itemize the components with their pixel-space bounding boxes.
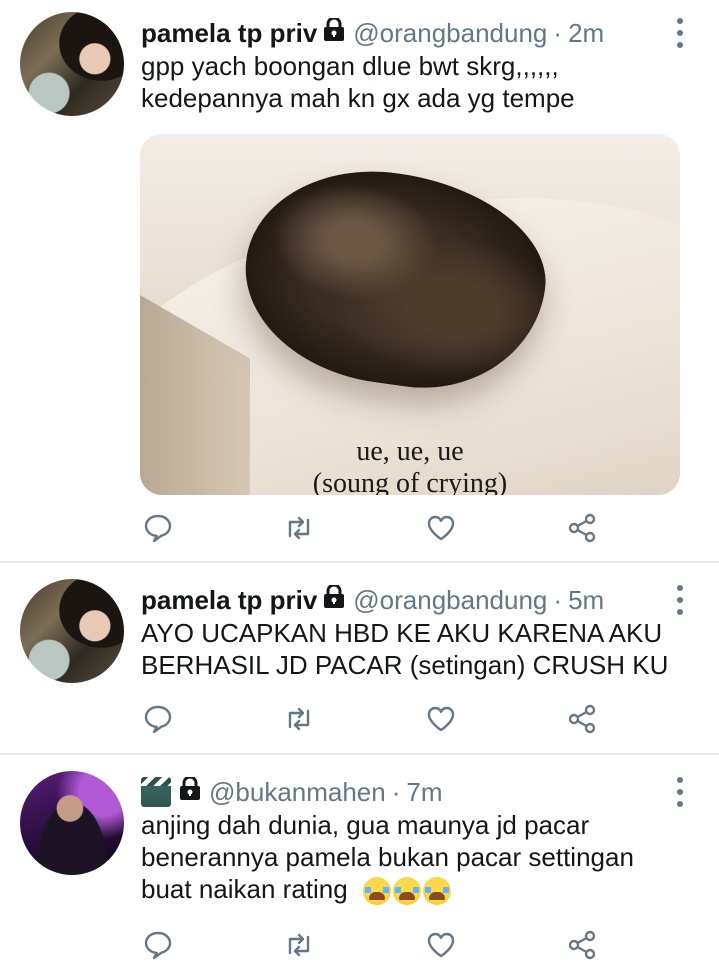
share-icon (568, 704, 596, 734)
share-button[interactable] (564, 510, 600, 546)
timestamp[interactable]: 5m (568, 585, 604, 616)
retweet-icon (289, 933, 310, 957)
tweet-header: @bukanmahen · 7m (141, 775, 443, 809)
tweet-text-line: BERHASIL JD PACAR (setingan) CRUSH KU (141, 650, 669, 680)
tweet-text-line: kedepannya mah kn gx ada yg tempe (141, 83, 575, 113)
reply-button[interactable] (140, 927, 176, 963)
tweet-text-line: gpp yach boongan dlue bwt skrg,,,,,, (141, 51, 559, 81)
lock-icon (179, 775, 201, 808)
avatar[interactable] (20, 12, 124, 116)
more-options-icon[interactable] (677, 777, 683, 807)
separator: · (553, 584, 563, 615)
reply-button[interactable] (140, 510, 176, 546)
tweet-text: anjing dah dunia, gua maunya jd pacar be… (141, 809, 701, 906)
retweet-icon (289, 707, 310, 731)
share-button[interactable] (564, 927, 600, 963)
like-button[interactable] (423, 510, 459, 546)
tweet-text: AYO UCAPKAN HBD KE AKU KARENA AKU BERHAS… (141, 617, 701, 681)
emoji-group (362, 877, 451, 906)
tweet-text-line-with-emoji: buat naikan rating (141, 873, 701, 906)
tweet-2[interactable]: pamela tp priv @orangbandung · 5m AYO UC… (0, 563, 719, 755)
tweet-text-line: benerannya pamela bukan pacar settingan (141, 842, 634, 872)
clapper-board-icon (141, 777, 171, 807)
separator: · (391, 776, 401, 807)
tweet-actions (140, 927, 600, 963)
like-button[interactable] (423, 701, 459, 737)
more-options-icon[interactable] (677, 18, 683, 48)
tweet-image[interactable]: ue, ue, ue (soung of crying) (140, 134, 680, 495)
lock-icon (323, 16, 345, 49)
retweet-button[interactable] (281, 510, 317, 546)
display-name[interactable]: pamela tp priv (141, 18, 317, 49)
timestamp[interactable]: 2m (568, 18, 604, 49)
tweet-text-line: AYO UCAPKAN HBD KE AKU KARENA AKU (141, 618, 663, 648)
tweet-3[interactable]: @bukanmahen · 7m anjing dah dunia, gua m… (0, 755, 719, 976)
tweet-actions (140, 701, 600, 737)
retweet-button[interactable] (281, 927, 317, 963)
handle[interactable]: @orangbandung (353, 585, 547, 616)
lock-icon (323, 583, 345, 616)
tweet-text-line: anjing dah dunia, gua maunya jd pacar (141, 810, 590, 840)
display-name[interactable]: pamela tp priv (141, 585, 317, 616)
timestamp[interactable]: 7m (406, 777, 442, 808)
heart-icon (427, 706, 454, 732)
reply-icon (144, 931, 172, 960)
tweet-1[interactable]: pamela tp priv @orangbandung · 2m gpp ya… (0, 0, 719, 563)
loudly-crying-face-icon (422, 877, 451, 906)
reply-icon (144, 705, 172, 734)
share-button[interactable] (564, 701, 600, 737)
retweet-button[interactable] (281, 701, 317, 737)
image-caption-line: ue, ue, ue (356, 436, 464, 467)
tweet-actions (140, 510, 600, 546)
share-icon (568, 930, 596, 960)
loudly-crying-face-icon (362, 877, 391, 906)
tweet-header: pamela tp priv @orangbandung · 2m (141, 16, 604, 50)
avatar[interactable] (20, 771, 124, 875)
heart-icon (427, 515, 454, 541)
loudly-crying-face-icon (392, 877, 421, 906)
avatar[interactable] (20, 579, 124, 683)
retweet-icon (289, 516, 310, 540)
image-caption-line: (soung of crying) (312, 468, 508, 495)
handle[interactable]: @bukanmahen (209, 777, 386, 808)
heart-icon (427, 932, 454, 958)
more-options-icon[interactable] (677, 585, 683, 615)
tweet-text: gpp yach boongan dlue bwt skrg,,,,,, ked… (141, 50, 701, 114)
reply-icon (144, 514, 172, 543)
reply-button[interactable] (140, 701, 176, 737)
tweet-text-line: buat naikan rating (141, 874, 348, 904)
like-button[interactable] (423, 927, 459, 963)
tweet-header: pamela tp priv @orangbandung · 5m (141, 583, 604, 617)
handle[interactable]: @orangbandung (353, 18, 547, 49)
separator: · (553, 17, 563, 48)
share-icon (568, 513, 596, 543)
